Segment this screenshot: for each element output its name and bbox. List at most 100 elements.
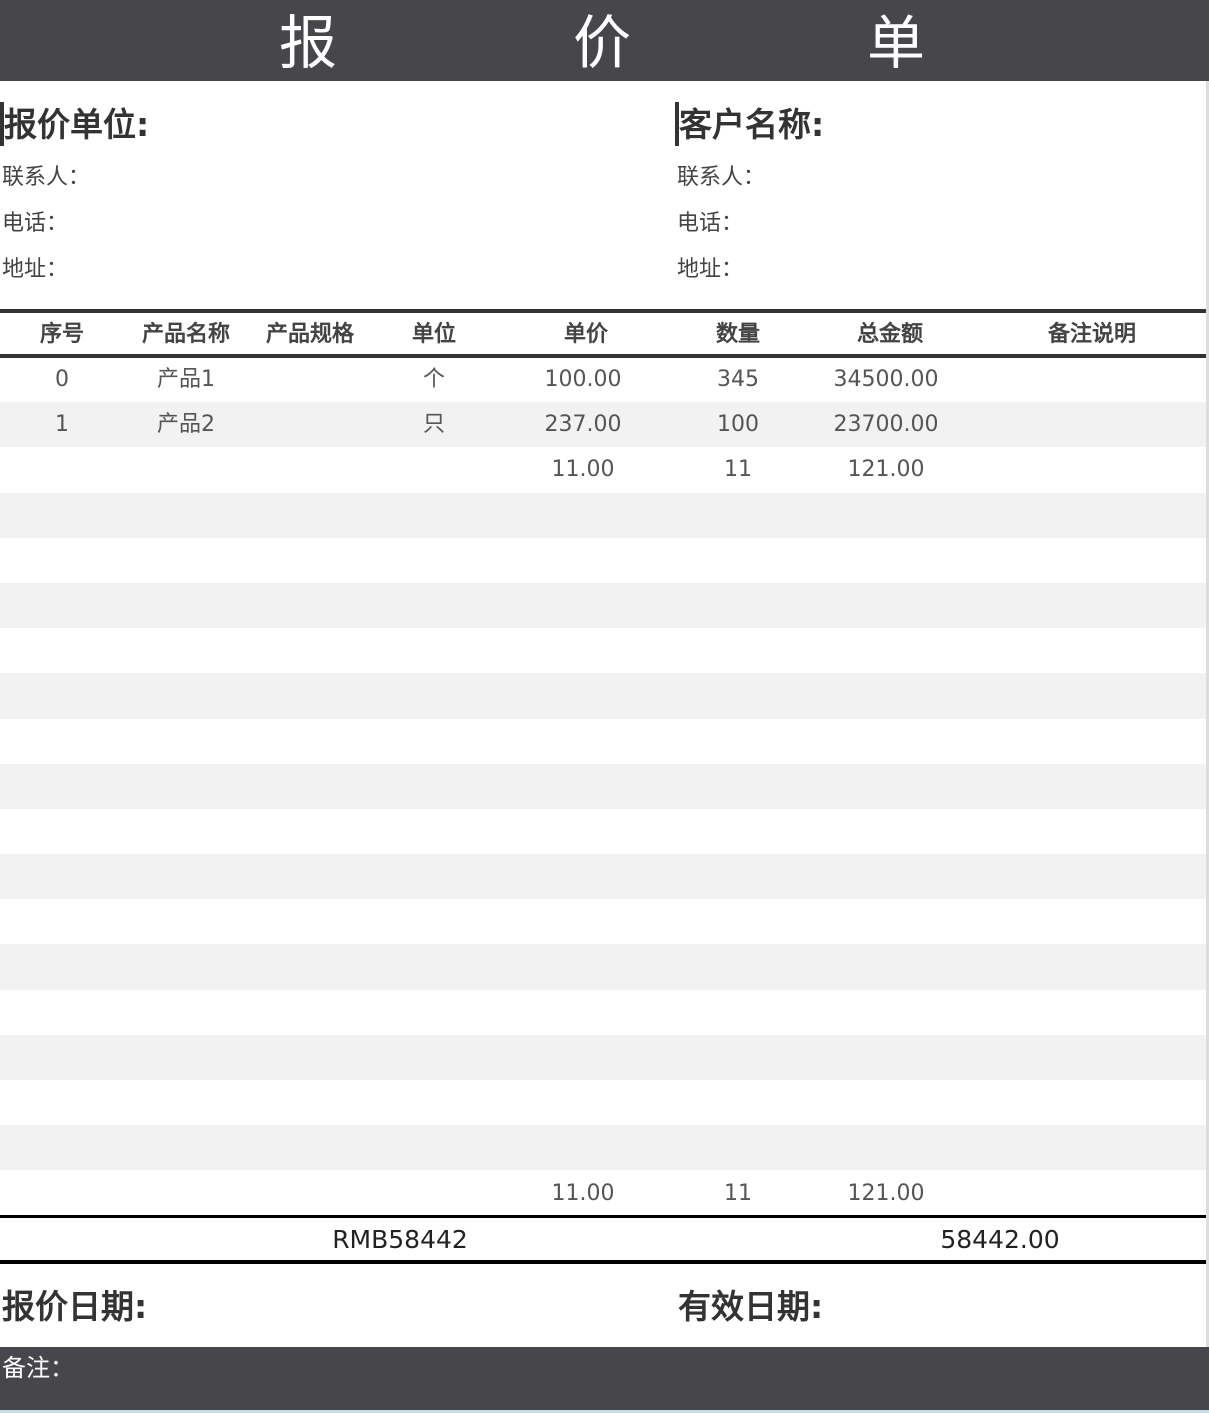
- cell-name[interactable]: [124, 493, 248, 538]
- cell-name[interactable]: [124, 583, 248, 628]
- cell-amount[interactable]: [810, 719, 962, 764]
- quoter-contact[interactable]: 联系人：: [0, 148, 520, 194]
- cell-index[interactable]: 0: [0, 357, 124, 402]
- cell-spec[interactable]: [248, 583, 372, 628]
- cell-spec[interactable]: [248, 447, 372, 492]
- cell-index[interactable]: [0, 538, 124, 583]
- cell-spec[interactable]: [248, 944, 372, 989]
- cell-price[interactable]: [507, 1080, 659, 1125]
- cell-index[interactable]: [0, 990, 124, 1035]
- cell-unit[interactable]: [372, 673, 496, 718]
- cell-name[interactable]: [124, 628, 248, 673]
- cell-amount[interactable]: 23700.00: [810, 402, 962, 447]
- cell-amount[interactable]: [810, 944, 962, 989]
- cell-name[interactable]: [124, 1080, 248, 1125]
- cell-unit[interactable]: [372, 493, 496, 538]
- cell-unit[interactable]: [372, 719, 496, 764]
- cell-price[interactable]: [507, 538, 659, 583]
- cell-price[interactable]: [507, 1035, 659, 1080]
- cell-price[interactable]: [507, 673, 659, 718]
- cell-qty[interactable]: 11: [662, 447, 814, 492]
- cell-price[interactable]: [507, 899, 659, 944]
- cell-amount[interactable]: [810, 583, 962, 628]
- cell-price[interactable]: [507, 944, 659, 989]
- cell-spec[interactable]: [248, 1080, 372, 1125]
- cell-qty[interactable]: [662, 1035, 814, 1080]
- cell-notes[interactable]: [966, 1125, 1209, 1170]
- cell-notes[interactable]: [966, 673, 1209, 718]
- cell-amount[interactable]: [810, 990, 962, 1035]
- quoter-phone[interactable]: 电话：: [0, 194, 520, 240]
- cell-name[interactable]: [124, 673, 248, 718]
- cell-index[interactable]: [0, 673, 124, 718]
- cell-price[interactable]: [507, 854, 659, 899]
- cell-index[interactable]: [0, 1125, 124, 1170]
- cell-index[interactable]: [0, 493, 124, 538]
- cell-amount[interactable]: [810, 899, 962, 944]
- cell-qty[interactable]: [662, 854, 814, 899]
- cell-amount[interactable]: [810, 628, 962, 673]
- cell-notes[interactable]: [966, 809, 1209, 854]
- cell-index[interactable]: [0, 628, 124, 673]
- cell-index[interactable]: [0, 764, 124, 809]
- cell-spec[interactable]: [248, 990, 372, 1035]
- cell-qty[interactable]: [662, 493, 814, 538]
- cell-amount[interactable]: [810, 764, 962, 809]
- cell-unit[interactable]: [372, 809, 496, 854]
- cell-amount[interactable]: [810, 1080, 962, 1125]
- cell-spec[interactable]: [248, 538, 372, 583]
- cell-index[interactable]: [0, 944, 124, 989]
- notes-label[interactable]: 备注：: [2, 1347, 74, 1389]
- cell-price[interactable]: 11.00: [507, 447, 659, 492]
- cell-unit[interactable]: [372, 990, 496, 1035]
- quote-date-label[interactable]: 报价日期:: [0, 1283, 147, 1331]
- cell-unit[interactable]: [372, 1125, 496, 1170]
- cell-amount[interactable]: 34500.00: [810, 357, 962, 402]
- cell-spec[interactable]: [248, 719, 372, 764]
- cell-amount[interactable]: [810, 493, 962, 538]
- cell-name[interactable]: [124, 990, 248, 1035]
- cell-price[interactable]: 100.00: [507, 357, 659, 402]
- cell-qty[interactable]: [662, 673, 814, 718]
- cell-name[interactable]: [124, 538, 248, 583]
- cell-price[interactable]: [507, 764, 659, 809]
- cell-unit[interactable]: [372, 583, 496, 628]
- cell-notes[interactable]: [966, 583, 1209, 628]
- cell-qty[interactable]: [662, 764, 814, 809]
- cell-unit[interactable]: [372, 447, 496, 492]
- cell-unit[interactable]: [372, 854, 496, 899]
- cell-notes[interactable]: [966, 944, 1209, 989]
- cell-notes[interactable]: [966, 538, 1209, 583]
- cell-notes[interactable]: [966, 764, 1209, 809]
- cell-spec[interactable]: [248, 357, 372, 402]
- cell-notes[interactable]: [966, 719, 1209, 764]
- cell-spec[interactable]: [248, 1035, 372, 1080]
- cell-notes[interactable]: [966, 402, 1209, 447]
- cell-qty[interactable]: 100: [662, 402, 814, 447]
- cell-price[interactable]: [507, 493, 659, 538]
- cell-amount[interactable]: [810, 673, 962, 718]
- quoter-address[interactable]: 地址：: [0, 240, 520, 286]
- cell-spec[interactable]: [248, 764, 372, 809]
- cell-qty[interactable]: [662, 538, 814, 583]
- cell-name[interactable]: [124, 854, 248, 899]
- cell-qty[interactable]: [662, 899, 814, 944]
- cell-name[interactable]: [124, 719, 248, 764]
- valid-date-label[interactable]: 有效日期:: [676, 1283, 823, 1331]
- cell-index[interactable]: [0, 1035, 124, 1080]
- cell-name[interactable]: [124, 899, 248, 944]
- cell-notes[interactable]: [966, 899, 1209, 944]
- cell-spec[interactable]: [248, 854, 372, 899]
- cell-price[interactable]: 237.00: [507, 402, 659, 447]
- cell-price[interactable]: [507, 628, 659, 673]
- cell-unit[interactable]: 只: [372, 402, 496, 447]
- cell-qty[interactable]: [662, 990, 814, 1035]
- cell-notes[interactable]: [966, 493, 1209, 538]
- cell-amount[interactable]: 121.00: [810, 447, 962, 492]
- cell-notes[interactable]: [966, 854, 1209, 899]
- cell-name[interactable]: [124, 447, 248, 492]
- cell-index[interactable]: [0, 1080, 124, 1125]
- cell-spec[interactable]: [248, 1125, 372, 1170]
- cell-amount[interactable]: [810, 854, 962, 899]
- cell-qty[interactable]: [662, 1080, 814, 1125]
